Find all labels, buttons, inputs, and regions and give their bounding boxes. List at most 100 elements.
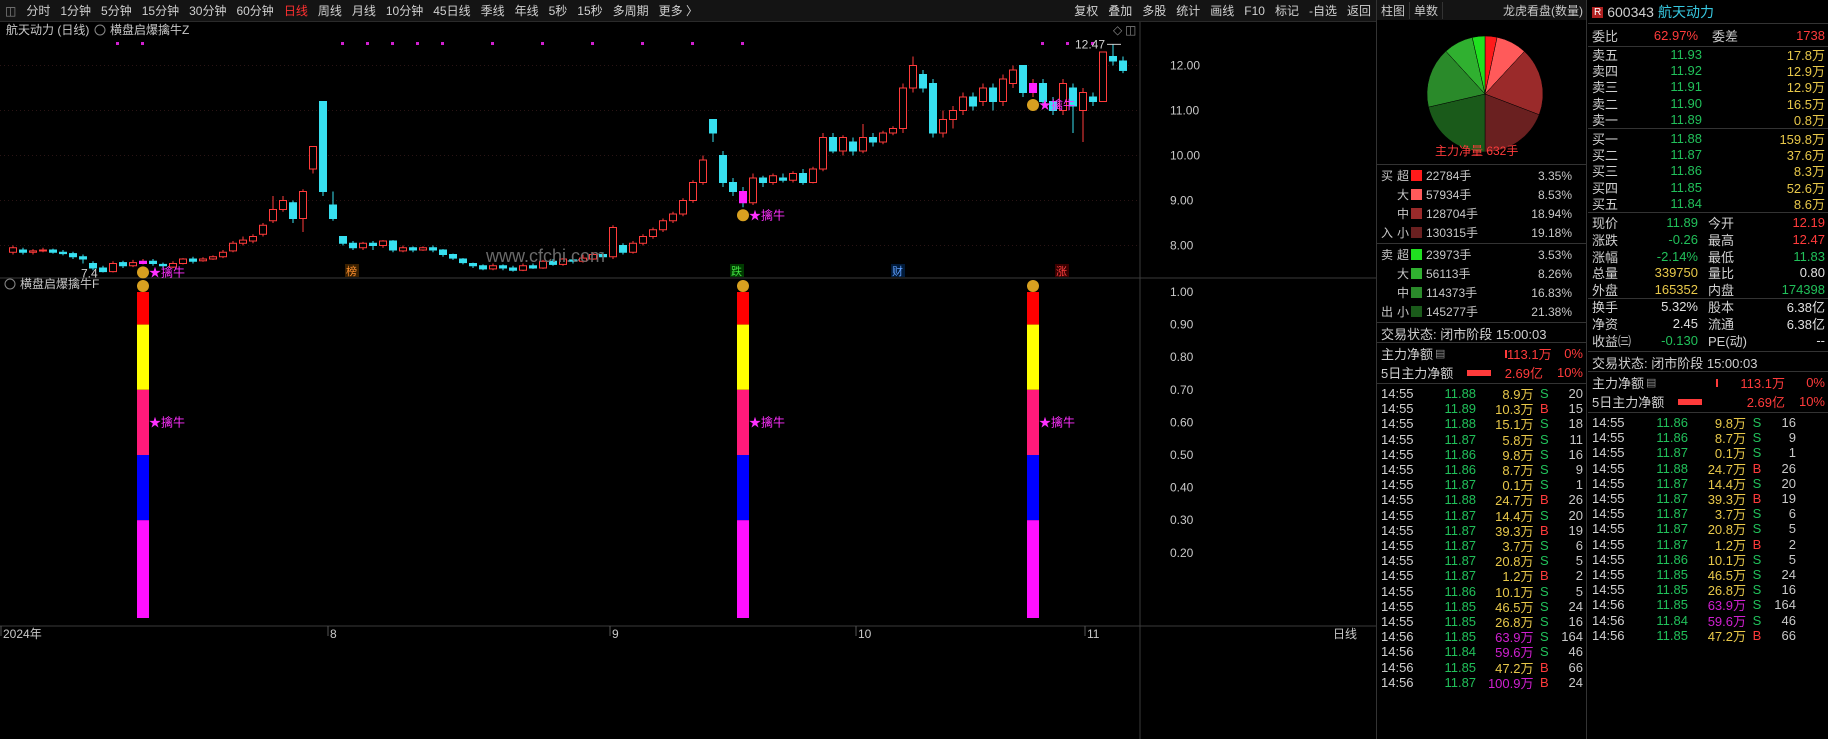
indicator-toggle-icon[interactable]: [94, 24, 106, 36]
tick-price: 11.89: [1444, 401, 1477, 417]
tick-side: S: [1752, 551, 1762, 567]
list-icon[interactable]: ▤: [1646, 376, 1656, 389]
sub-tick-label: 1.00: [1170, 285, 1194, 299]
tick-price: 11.87: [1656, 491, 1688, 506]
flow-pct: 8.26%: [1537, 266, 1572, 281]
toolbar-action-button[interactable]: 返回: [1342, 0, 1376, 22]
weibi-value: 62.97%: [1653, 28, 1698, 43]
kline-chart-area[interactable]: 12.00 11.00 10.00 9.00 8.00 航天动力 (日线) 横盘启爆擒牛Z 1…: [0, 22, 1376, 739]
orderbook-row: 卖四 11.92 12.9万: [1592, 62, 1825, 79]
period-tab[interactable]: 15分钟: [137, 0, 184, 22]
tick-count: 5: [1575, 583, 1583, 599]
toolbar-action-button[interactable]: 画线: [1205, 0, 1239, 22]
period-tab[interactable]: 5秒: [544, 0, 573, 22]
period-tab[interactable]: 季线: [476, 0, 510, 22]
quote-value: -0.130: [1661, 332, 1698, 348]
tick-side: B: [1540, 659, 1549, 675]
divider: [1588, 23, 1828, 24]
panel-toggle-icon[interactable]: ◫: [0, 0, 21, 22]
period-tab[interactable]: 周线: [313, 0, 347, 22]
toolbar-action-button[interactable]: 叠加: [1103, 0, 1137, 22]
tick-count: 6: [1788, 506, 1796, 522]
tick-time: 14:55: [1592, 521, 1625, 537]
tick-time: 14:55: [1592, 445, 1625, 461]
main-net-pct: 0%: [1564, 346, 1583, 361]
candle-body: [229, 242, 237, 252]
tick-count: 24: [1781, 567, 1796, 582]
period-tab[interactable]: 年线: [510, 0, 544, 22]
candle-body: [399, 247, 407, 252]
candle-body: [499, 265, 507, 269]
candle-body: [209, 256, 217, 260]
candle-body: [729, 182, 737, 192]
candle-body: [999, 78, 1007, 102]
toolbar-action-button[interactable]: 复权: [1069, 0, 1103, 22]
tick-price: 11.86: [1656, 430, 1688, 446]
quote-row: 涨幅 -2.14% 最低 11.83: [1592, 248, 1825, 265]
sub-indicator-name[interactable]: 横盘启爆擒牛F: [20, 276, 99, 291]
period-tab[interactable]: 1分钟: [55, 0, 96, 22]
candle-body: [809, 168, 817, 183]
toolbar-action-button[interactable]: F10: [1239, 0, 1270, 22]
divider: [1377, 164, 1587, 165]
toolbar-action-button[interactable]: -自选: [1304, 0, 1342, 22]
period-tab[interactable]: 更多 〉: [654, 0, 703, 22]
sub-tick-label: 0.70: [1170, 383, 1194, 397]
high-price-label: 12.47: [1075, 37, 1105, 51]
event-marker-label: 涨: [1056, 265, 1067, 278]
tick-side: S: [1540, 538, 1549, 553]
tick-side: S: [1540, 583, 1549, 599]
tick-count: 9: [1788, 430, 1796, 446]
signal-bar-segment: [737, 520, 749, 618]
tick-side: S: [1752, 506, 1762, 522]
signal-dot: [416, 42, 419, 45]
flow-type: 小: [1397, 226, 1410, 240]
period-tab[interactable]: 30分钟: [184, 0, 231, 22]
orderbook-row: 买四 11.85 52.6万: [1592, 179, 1825, 196]
period-label: 日线: [1333, 627, 1357, 641]
period-tab[interactable]: 45日线: [428, 0, 475, 22]
list-icon[interactable]: ▤: [1435, 347, 1445, 360]
signal-bar-segment: [737, 455, 749, 521]
sub-tick-label: 0.20: [1170, 546, 1194, 560]
main-net5-pct: 10%: [1798, 394, 1825, 409]
period-tab[interactable]: 日线: [279, 0, 313, 22]
tick-count: 2: [1788, 536, 1796, 552]
tick-side: S: [1540, 507, 1549, 523]
period-tab[interactable]: 月线: [347, 0, 381, 22]
period-tab[interactable]: 多周期: [608, 0, 654, 22]
tick-amount: 47.2万: [1707, 628, 1746, 644]
toolbar-action-button[interactable]: 统计: [1171, 0, 1205, 22]
tick-price: 11.87: [1656, 445, 1688, 461]
pane-menu-icon[interactable]: ◫: [1125, 23, 1136, 37]
stock-header: R 600343 航天动力: [1592, 2, 1714, 22]
tick-time: 14:55: [1381, 386, 1414, 401]
diamond-icon[interactable]: ◇: [1113, 23, 1123, 37]
sub-indicator-toggle-icon[interactable]: [4, 278, 16, 290]
toolbar-action-button[interactable]: 多股: [1137, 0, 1171, 22]
candle-body: [1029, 83, 1037, 93]
pie-tab[interactable]: 柱图: [1377, 1, 1411, 19]
toolbar-action-button[interactable]: 标记: [1270, 0, 1304, 22]
toolbar-right-group: 复权 叠加 多股 统计 画线 F10 标记 -自选 返回: [1069, 0, 1376, 22]
period-tab[interactable]: 分时: [21, 0, 55, 22]
tick-time: 14:55: [1381, 598, 1414, 614]
tick-price: 11.86: [1444, 446, 1477, 462]
net5-bar: [1467, 369, 1492, 376]
signal-dot: [741, 42, 744, 45]
candle-body: [519, 265, 527, 271]
pie-tab[interactable]: 单数: [1410, 1, 1444, 19]
main-indicator-name[interactable]: 横盘启爆擒牛Z: [110, 22, 189, 37]
candle-body: [369, 242, 377, 246]
orderbook-row: 卖一 11.89 0.8万: [1592, 112, 1825, 128]
period-tab[interactable]: 10分钟: [381, 0, 428, 22]
period-tab[interactable]: 5分钟: [96, 0, 137, 22]
orderbook-row: 买一 11.88 159.8万: [1592, 130, 1825, 147]
flow-pct: 21.38%: [1531, 304, 1572, 319]
tick-count: 2: [1575, 568, 1583, 584]
quote-value: --: [1816, 332, 1825, 348]
candle-body: [179, 258, 187, 264]
signal-dot: [341, 42, 344, 45]
period-tab[interactable]: 60分钟: [231, 0, 278, 22]
period-tab[interactable]: 15秒: [572, 0, 607, 22]
